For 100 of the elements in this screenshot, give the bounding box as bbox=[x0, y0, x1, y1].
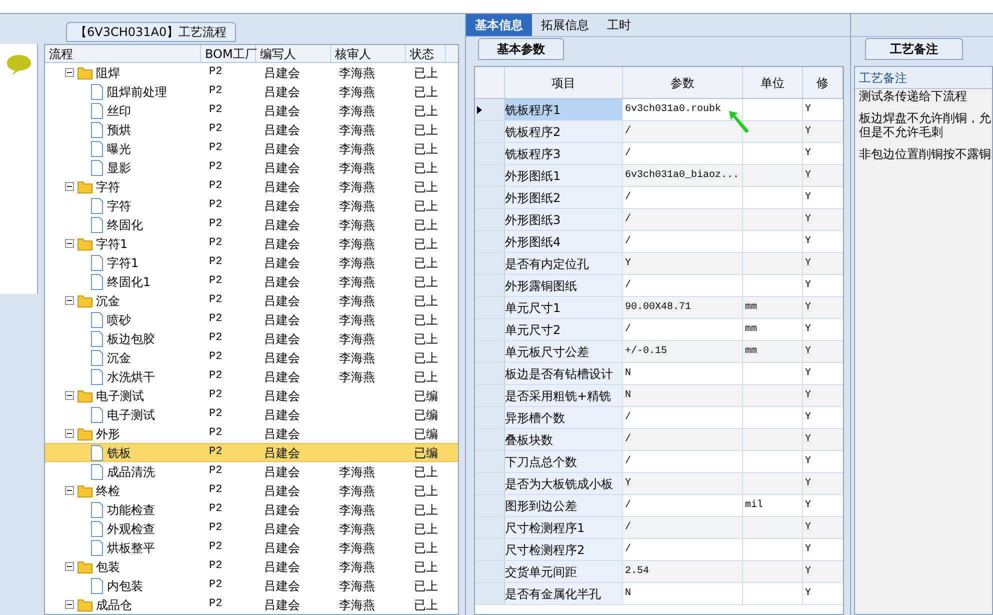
reviewer-cell: 李海燕 bbox=[339, 484, 375, 498]
tree-row[interactable]: 烘板整平 P2 吕建会 李海燕 已上 bbox=[45, 538, 458, 557]
writer-cell-text: 吕建会 bbox=[263, 122, 301, 138]
tree-row[interactable]: 功能检查 P2 吕建会 李海燕 已上 bbox=[45, 500, 458, 519]
tree-row[interactable]: 阻焊前处理 P2 吕建会 李海燕 已上 bbox=[45, 82, 458, 101]
step-name: 烘板整平 bbox=[107, 540, 155, 556]
notes-heading: 工艺备注 bbox=[859, 71, 907, 85]
status-cell-text: 已上 bbox=[413, 236, 438, 252]
status-cell-text: 已上 bbox=[413, 350, 438, 366]
modified-cell-text: Y bbox=[804, 587, 812, 601]
item-cell: 单元尺寸1 bbox=[505, 297, 623, 318]
value-cell: / bbox=[623, 451, 743, 472]
collapse-toggle-icon[interactable] bbox=[65, 486, 74, 495]
status-cell-text: 已上 bbox=[413, 84, 438, 100]
factory-cell-text: P2 bbox=[208, 521, 224, 536]
status-cell-text: 已上 bbox=[413, 330, 438, 348]
column-header[interactable]: 单位 bbox=[743, 67, 803, 98]
tree-row[interactable]: 字符 P2 吕建会 李海燕 已上 bbox=[45, 196, 458, 215]
column-header[interactable]: 修 bbox=[803, 67, 843, 98]
tab[interactable]: 拓展信息 bbox=[532, 14, 598, 36]
modified-cell-text: Y bbox=[804, 345, 812, 359]
tree-row[interactable]: 外形 P2 吕建会 已编 bbox=[45, 424, 458, 443]
tree-row[interactable]: 沉金 P2 吕建会 李海燕 已上 bbox=[45, 348, 458, 367]
column-header[interactable]: 项目 bbox=[505, 67, 623, 98]
collapse-toggle-icon[interactable] bbox=[65, 391, 74, 400]
step-name: 字符1 bbox=[107, 254, 139, 272]
note-line: 但是不允许毛刺 bbox=[859, 125, 944, 139]
tab[interactable]: 基本信息 bbox=[466, 14, 532, 36]
column-header[interactable]: 编写人 bbox=[256, 45, 331, 62]
collapse-toggle-icon[interactable] bbox=[65, 182, 74, 191]
tree-row[interactable]: 终固化1 P2 吕建会 李海燕 已上 bbox=[45, 272, 458, 291]
tree-row[interactable]: 成品清洗 P2 吕建会 李海燕 已上 bbox=[45, 462, 458, 481]
column-header[interactable]: 参数 bbox=[623, 67, 743, 98]
tree-row[interactable]: 喷砂 P2 吕建会 李海燕 已上 bbox=[45, 310, 458, 329]
tree-row[interactable]: 外观检查 P2 吕建会 李海燕 已上 bbox=[45, 519, 458, 538]
factory-cell-text: P2 bbox=[208, 84, 224, 100]
modified-cell-text: Y bbox=[804, 257, 812, 271]
collapse-toggle-icon[interactable] bbox=[65, 68, 74, 77]
tree-row[interactable]: 字符1 P2 吕建会 李海燕 已上 bbox=[45, 253, 458, 272]
status-cell-text: 已上 bbox=[413, 368, 438, 386]
writer-cell-text: 吕建会 bbox=[263, 426, 301, 442]
column-header[interactable]: 流程 bbox=[45, 45, 201, 62]
folder-icon bbox=[77, 560, 93, 574]
tree-row[interactable]: 预烘 P2 吕建会 李海燕 已上 bbox=[45, 120, 458, 139]
factory-cell-text: P2 bbox=[208, 255, 224, 270]
collapse-toggle-icon[interactable] bbox=[65, 296, 74, 305]
column-header[interactable]: 核审人 bbox=[331, 45, 406, 62]
collapse-toggle-icon[interactable] bbox=[65, 600, 74, 609]
tree-row[interactable]: 铣板 P2 吕建会 已编 bbox=[45, 443, 458, 462]
document-icon bbox=[90, 122, 104, 138]
step-name: 成品清洗 bbox=[107, 464, 155, 480]
tree-row[interactable]: 沉金 P2 吕建会 李海燕 已上 bbox=[45, 291, 458, 310]
collapse-toggle-icon[interactable] bbox=[65, 239, 74, 248]
collapse-toggle-icon[interactable] bbox=[65, 429, 74, 438]
item-cell: 尺寸检测程序1 bbox=[505, 517, 623, 538]
modified-cell-text: Y bbox=[804, 323, 812, 337]
tree-row[interactable]: 丝印 P2 吕建会 李海燕 已上 bbox=[45, 101, 458, 120]
tree-row[interactable]: 字符1 P2 吕建会 李海燕 已上 bbox=[45, 234, 458, 253]
note-line: 非包边位置削铜按不露铜 bbox=[859, 148, 992, 161]
reviewer-cell: 李海燕 bbox=[339, 218, 375, 232]
tree-row[interactable]: 阻焊 P2 吕建会 李海燕 已上 bbox=[45, 63, 458, 82]
column-header[interactable]: BOM工厂 bbox=[201, 45, 256, 62]
column-header[interactable]: 状态 bbox=[406, 45, 446, 62]
tree-row[interactable]: 板边包胶 P2 吕建会 李海燕 已上 bbox=[45, 329, 458, 348]
writer-cell-text: 吕建会 bbox=[263, 160, 301, 176]
item-cell: 外形图纸3 bbox=[505, 209, 623, 230]
document-icon bbox=[90, 160, 104, 176]
tree-row[interactable]: 内包装 P2 吕建会 李海燕 已上 bbox=[45, 576, 458, 595]
factory-cell-text: P2 bbox=[208, 597, 224, 612]
tree-row[interactable]: 终检 P2 吕建会 李海燕 已上 bbox=[45, 481, 458, 500]
tree-row[interactable]: 水洗烘干 P2 吕建会 李海燕 已上 bbox=[45, 367, 458, 386]
tab[interactable]: 工时 bbox=[598, 14, 640, 36]
value-cell: 6v3ch031a0_biaoz... bbox=[623, 165, 743, 186]
writer-cell-text: 吕建会 bbox=[263, 102, 301, 120]
step-name: 终固化 bbox=[107, 216, 143, 234]
factory-cell-text: P2 bbox=[208, 369, 224, 384]
tree-row[interactable]: 终固化 P2 吕建会 李海燕 已上 bbox=[45, 215, 458, 234]
tree-row[interactable]: 显影 P2 吕建会 李海燕 已上 bbox=[45, 158, 458, 177]
collapse-toggle-icon[interactable] bbox=[65, 562, 74, 571]
reviewer-cell: 李海燕 bbox=[339, 104, 375, 118]
item-cell: 外形图纸2 bbox=[505, 187, 623, 208]
tab[interactable]: 基本参数 bbox=[478, 38, 564, 60]
writer-cell-text: 吕建会 bbox=[263, 216, 301, 234]
row-header[interactable] bbox=[475, 99, 505, 120]
tree-row[interactable]: 电子测试 P2 吕建会 已编 bbox=[45, 386, 458, 405]
modified-cell-text: Y bbox=[804, 147, 812, 161]
tree-row[interactable]: 电子测试 P2 吕建会 已编 bbox=[45, 405, 458, 424]
tree-row[interactable]: 字符 P2 吕建会 李海燕 已上 bbox=[45, 177, 458, 196]
tree-row[interactable]: 包装 P2 吕建会 李海燕 已上 bbox=[45, 557, 458, 576]
status-cell-text: 已上 bbox=[413, 160, 438, 176]
tree-row[interactable]: 曝光 P2 吕建会 李海燕 已上 bbox=[45, 139, 458, 158]
factory-cell-text: P2 bbox=[208, 293, 224, 308]
tree-row[interactable]: 成品仓 P2 吕建会 李海燕 已上 bbox=[45, 595, 458, 614]
document-icon bbox=[90, 254, 104, 270]
status-cell-text: 已编 bbox=[413, 444, 438, 462]
tab[interactable]: 工艺备注 bbox=[865, 38, 963, 60]
factory-cell-text: P2 bbox=[208, 540, 224, 556]
reviewer-cell: 李海燕 bbox=[339, 464, 375, 478]
factory-cell-text: P2 bbox=[208, 464, 224, 480]
value-cell: / bbox=[623, 495, 743, 516]
